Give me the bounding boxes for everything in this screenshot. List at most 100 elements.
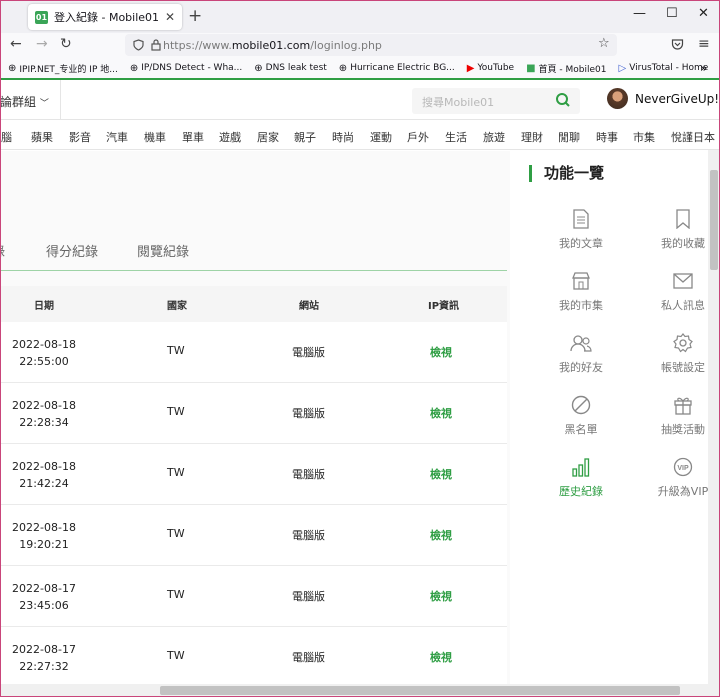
category-item[interactable]: 遊戲 (219, 129, 241, 145)
vertical-scrollbar[interactable] (708, 150, 720, 697)
tab-login-log[interactable]: 錄 (0, 241, 5, 260)
view-ip-link[interactable]: 檢視 (430, 588, 452, 604)
block-icon (571, 395, 591, 415)
mobile01-favicon-icon: 01 (35, 10, 48, 24)
category-item[interactable]: 影音 (69, 129, 91, 145)
bookmark-item[interactable]: ⊕ IP/DNS Detect - Wha... (130, 63, 242, 74)
bookmark-item[interactable]: ■ 首頁 - Mobile01 (526, 62, 606, 75)
view-ip-link[interactable]: 檢視 (430, 466, 452, 482)
page-content: 討論群組 ﹀ 搜尋Mobile01 NeverGiveUp!! 電腦 蘋果 影音… (0, 78, 720, 697)
category-item[interactable]: 生活 (445, 129, 467, 145)
row-datetime: 2022-08-18 21:42:24 (0, 458, 88, 492)
bar-chart-icon (572, 458, 590, 477)
avatar[interactable] (607, 88, 628, 109)
table-row: 2022-08-18 22:28:34 TW 電腦版 檢視 (0, 383, 507, 444)
sidebar-item-label: 我的好友 (559, 361, 603, 374)
lock-icon[interactable] (151, 38, 161, 51)
youtube-icon: ▶ (466, 62, 475, 74)
row-site: 電腦版 (292, 529, 325, 542)
sidebar-item-friends[interactable]: 我的好友 (531, 331, 631, 393)
minimize-icon[interactable]: — (633, 6, 646, 21)
view-ip-link[interactable]: 檢視 (430, 649, 452, 665)
row-time: 23:45:06 (19, 599, 69, 612)
sidebar-item-label: 我的市集 (559, 299, 603, 312)
new-tab-icon[interactable]: + (188, 6, 202, 26)
row-site: 電腦版 (292, 651, 325, 664)
category-item[interactable]: 悅謹日本 (671, 129, 715, 145)
sidebar-item-my-favorites[interactable]: 我的收藏 (633, 207, 720, 269)
search-box[interactable]: 搜尋Mobile01 (412, 88, 580, 114)
bookmark-item[interactable]: ⊕ Hurricane Electric BG... (339, 63, 455, 74)
column-header-date: 日期 (34, 301, 54, 312)
category-item[interactable]: 機車 (144, 129, 166, 145)
category-item[interactable]: 運動 (370, 129, 392, 145)
main-content: 錄 得分紀錄 閱覽紀錄 日期 國家 網站 IP資訊 2022-08-18 22:5… (0, 151, 510, 697)
sidebar-item-my-articles[interactable]: 我的文章 (531, 207, 631, 269)
category-nav: 電腦 蘋果 影音 汽車 機車 單車 遊戲 居家 親子 時尚 運動 戶外 生活 旅… (0, 120, 720, 150)
close-tab-icon[interactable]: ✕ (165, 10, 175, 24)
sidebar-item-messages[interactable]: 私人訊息 (633, 269, 720, 331)
header-divider (60, 80, 61, 120)
category-item[interactable]: 戶外 (407, 129, 429, 145)
username[interactable]: NeverGiveUp!! (635, 92, 720, 106)
back-icon[interactable]: ← (10, 36, 22, 52)
tab-underline (0, 270, 507, 271)
category-item[interactable]: 閒聊 (558, 129, 580, 145)
sidebar-item-account-settings[interactable]: 帳號設定 (633, 331, 720, 393)
category-item[interactable]: 時事 (596, 129, 618, 145)
category-item[interactable]: 蘋果 (31, 129, 53, 145)
tab-view-log[interactable]: 閱覽紀錄 (137, 241, 189, 260)
user-menu[interactable]: NeverGiveUp!! (607, 88, 720, 109)
category-item[interactable]: 旅遊 (483, 129, 505, 145)
star-bookmark-icon[interactable]: ☆ (598, 36, 610, 51)
bookmark-icon (676, 209, 690, 229)
category-item[interactable]: 居家 (257, 129, 279, 145)
bookmark-item[interactable]: ⊕ DNS leak test (254, 63, 327, 74)
url-text: https://www.mobile01.com/loginlog.php (163, 38, 382, 52)
svg-text:VIP: VIP (677, 465, 689, 472)
table-row: 2022-08-17 22:27:32 TW 電腦版 檢視 (0, 627, 507, 688)
view-ip-link[interactable]: 檢視 (430, 344, 452, 360)
sidebar-item-my-market[interactable]: 我的市集 (531, 269, 631, 331)
category-item[interactable]: 理財 (521, 129, 543, 145)
tab-score-log[interactable]: 得分紀錄 (46, 241, 98, 260)
forward-icon[interactable]: → (36, 36, 48, 52)
bookmark-item[interactable]: ▶ YouTube (467, 63, 514, 74)
category-item[interactable]: 電腦 (0, 129, 12, 145)
sidebar-item-blacklist[interactable]: 黑名單 (531, 393, 631, 455)
forum-group-dropdown[interactable]: 討論群組 ﹀ (0, 93, 49, 110)
row-date: 2022-08-18 (12, 399, 76, 412)
close-window-icon[interactable]: ✕ (698, 6, 709, 21)
category-item[interactable]: 單車 (182, 129, 204, 145)
vertical-scroll-thumb[interactable] (710, 170, 718, 270)
category-item[interactable]: 市集 (633, 129, 655, 145)
reload-icon[interactable]: ↻ (60, 36, 72, 52)
category-item[interactable]: 時尚 (332, 129, 354, 145)
sidebar-item-lottery[interactable]: 抽獎活動 (633, 393, 720, 455)
row-time: 22:55:00 (19, 355, 69, 368)
category-item[interactable]: 汽車 (106, 129, 128, 145)
bookmark-item[interactable]: ⊕ IPIP.NET_专业的 IP 地... (8, 62, 118, 75)
sidebar-item-history[interactable]: 歷史紀錄 (531, 455, 631, 517)
url-bar[interactable]: https://www.mobile01.com/loginlog.php ☆ (125, 34, 617, 56)
sidebar-item-label: 私人訊息 (661, 299, 705, 312)
tab-bar: 01 登入紀錄 - Mobile01 ✕ + — ☐ ✕ (0, 0, 720, 33)
view-ip-link[interactable]: 檢視 (430, 405, 452, 421)
maximize-icon[interactable]: ☐ (666, 6, 678, 21)
search-input[interactable]: 搜尋Mobile01 (422, 94, 494, 110)
sidebar-item-label: 黑名單 (564, 423, 598, 436)
row-date: 2022-08-18 (12, 338, 76, 351)
sidebar-item-upgrade-vip[interactable]: VIP 升級為VIP (633, 455, 720, 517)
globe-icon: ⊕ (338, 62, 348, 74)
navigation-bar: ← → ↻ https://www.mobile01.com/loginlog.… (0, 33, 720, 57)
menu-icon[interactable]: ≡ (698, 36, 710, 52)
more-bookmarks-icon[interactable]: » (700, 61, 707, 75)
horizontal-scrollbar[interactable] (0, 684, 720, 697)
bookmark-item[interactable]: ▷ VirusTotal - Home (618, 63, 708, 74)
view-ip-link[interactable]: 檢視 (430, 527, 452, 543)
horizontal-scroll-thumb[interactable] (160, 686, 680, 695)
browser-tab[interactable]: 01 登入紀錄 - Mobile01 ✕ (28, 4, 182, 30)
search-icon[interactable] (555, 92, 571, 108)
pocket-icon[interactable] (671, 38, 684, 51)
category-item[interactable]: 親子 (294, 129, 316, 145)
